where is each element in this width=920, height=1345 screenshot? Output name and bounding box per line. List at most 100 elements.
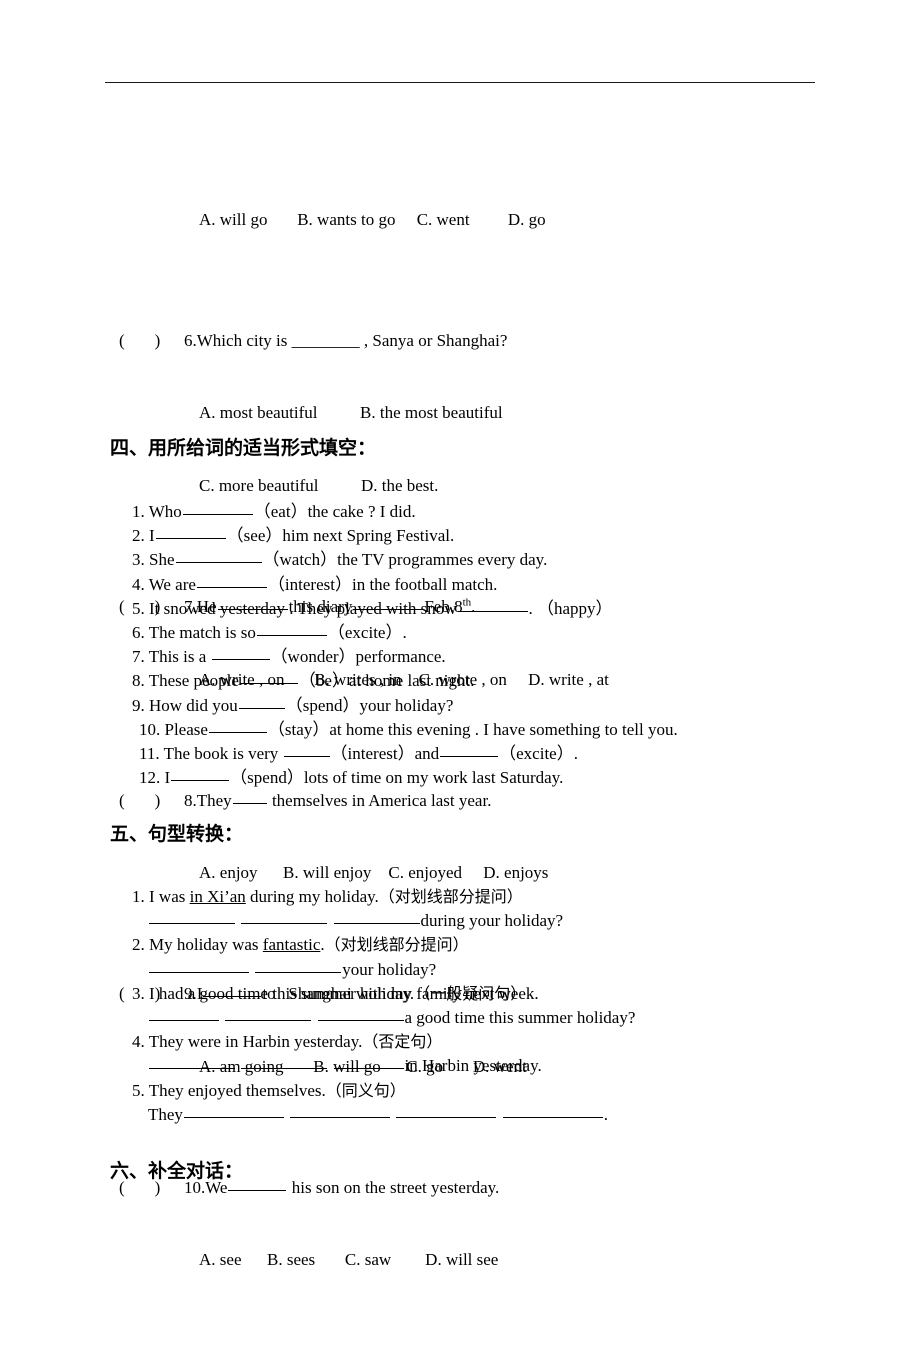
sf-item-9-b: （spend）your holiday? bbox=[285, 695, 454, 715]
list-item[interactable]: 4. We are （interest）in the football match… bbox=[0, 573, 920, 597]
sf-item-3-a: She bbox=[149, 550, 175, 570]
mc-item-10-options-line-1: A. see B. sees C. saw D. will see bbox=[199, 1250, 499, 1270]
mc-options-label: A. will go B. wants to go C. went D. go bbox=[199, 209, 546, 229]
fill-blank[interactable] bbox=[283, 743, 330, 757]
section-five-items: 1. I was in Xi’an during my holiday.（对划线… bbox=[0, 885, 920, 1127]
s5-item-5-pre: They enjoyed themselves. bbox=[148, 1080, 326, 1100]
fill-blank[interactable] bbox=[149, 1055, 235, 1070]
list-item[interactable]: 7. This is a （wonder）performance. bbox=[0, 645, 920, 669]
mc-option-row: C. more beautiful D. the best. bbox=[0, 474, 920, 498]
s5-item-2-pre: My holiday was bbox=[149, 935, 263, 955]
mc-answer-box-6[interactable]: () bbox=[119, 329, 160, 353]
fill-blank[interactable] bbox=[241, 910, 328, 925]
s5-item-1-post: during my holiday. bbox=[245, 887, 379, 906]
mc-item-6-stem-row[interactable]: () 6.Which city is ________ , Sanya or S… bbox=[0, 329, 920, 353]
s5-item-4-sentence: 4. They were in Harbin yesterday.（否定句） bbox=[132, 1030, 442, 1054]
fill-blank[interactable] bbox=[290, 1104, 391, 1118]
fill-blank[interactable] bbox=[241, 1055, 328, 1070]
sf-item-11-b: （interest）and bbox=[330, 743, 440, 763]
fill-blank[interactable] bbox=[457, 598, 528, 612]
fill-blank[interactable] bbox=[502, 1104, 603, 1118]
s5-item-3-answer: a good time this summer holiday? bbox=[148, 1006, 635, 1030]
sf-item-8-b: （be）at home last night. bbox=[298, 671, 475, 691]
answer-row[interactable]: your holiday? bbox=[0, 958, 920, 982]
fill-blank[interactable] bbox=[182, 501, 253, 515]
fill-blank[interactable] bbox=[175, 549, 262, 564]
sf-item-11-a: The book is very bbox=[163, 743, 283, 763]
paren-close: ) bbox=[154, 790, 161, 810]
sf-item-4-num: 4. bbox=[132, 574, 149, 594]
mc-item-10-stem-post: his son on the street yesterday. bbox=[287, 1177, 500, 1197]
list-item: 5. They enjoyed themselves.（同义句） bbox=[0, 1079, 920, 1103]
fill-blank[interactable] bbox=[211, 646, 270, 661]
list-item[interactable]: 11. The book is very （interest）and （excit… bbox=[0, 742, 920, 766]
list-item[interactable]: 10. Please （stay）at home this evening . I… bbox=[0, 718, 920, 742]
answer-row[interactable]: in Harbin yesterday. bbox=[0, 1054, 920, 1078]
s5-item-3-sentence: 3. I had a good time this summer holiday… bbox=[132, 982, 526, 1006]
s5-item-5-instruction: （同义句） bbox=[325, 1080, 406, 1100]
sf-item-6-a: The match is so bbox=[148, 622, 256, 642]
s5-item-1-underlined: in Xi’an bbox=[189, 887, 246, 906]
sf-item-2-num: 2. bbox=[132, 526, 149, 546]
fill-blank[interactable] bbox=[183, 1104, 284, 1118]
fill-blank[interactable] bbox=[171, 767, 230, 782]
fill-blank[interactable] bbox=[333, 1055, 404, 1070]
s5-item-2-instruction: （对划线部分提问） bbox=[324, 935, 469, 955]
fill-blank[interactable] bbox=[225, 1007, 312, 1021]
list-item[interactable]: 5. It snowed yesterday . They played wit… bbox=[0, 597, 920, 621]
mc-item-8-stem-row[interactable]: () 8.They themselves in America last yea… bbox=[0, 789, 920, 813]
fill-blank[interactable] bbox=[149, 910, 235, 925]
fill-blank[interactable] bbox=[149, 959, 249, 973]
sf-item-12-num: 12. bbox=[139, 768, 165, 788]
sf-item-2: 2. I （see）him next Spring Festival. bbox=[132, 524, 454, 548]
fill-blank[interactable] bbox=[440, 743, 499, 757]
fill-blank[interactable] bbox=[149, 1007, 219, 1021]
s5-item-2-underlined: fantastic bbox=[262, 935, 321, 955]
s5-item-3-instruction: （一般疑问句） bbox=[414, 983, 527, 1003]
fill-blank[interactable] bbox=[255, 959, 342, 973]
list-item[interactable]: 12. I （spend）lots of time on my work last… bbox=[0, 766, 920, 790]
section-four-items: 1. Who （eat）the cake ? I did. 2. I （see）hi… bbox=[0, 500, 920, 790]
sf-item-5-b: . （happy） bbox=[528, 598, 613, 618]
fill-blank[interactable] bbox=[396, 1104, 497, 1118]
s5-item-2-sentence: 2. My holiday was fantastic.（对划线部分提问） bbox=[132, 933, 469, 957]
sf-item-10-b: （stay）at home this evening . I have some… bbox=[267, 719, 678, 739]
sf-item-12-a: I bbox=[164, 768, 171, 788]
mc-item-6-options-line-2: C. more beautiful D. the best. bbox=[199, 476, 439, 495]
list-item[interactable]: 1. Who （eat）the cake ? I did. bbox=[0, 500, 920, 524]
list-item[interactable]: 9. How did you （spend）your holiday? bbox=[0, 694, 920, 718]
paren-open: ( bbox=[119, 790, 125, 810]
fill-blank[interactable] bbox=[333, 910, 420, 925]
answer-row[interactable]: during your holiday? bbox=[0, 909, 920, 933]
fill-blank[interactable] bbox=[155, 525, 226, 540]
sf-item-7: 7. This is a （wonder）performance. bbox=[132, 645, 446, 669]
answer-row[interactable]: a good time this summer holiday? bbox=[0, 1006, 920, 1030]
sf-item-10-a: Please bbox=[164, 719, 208, 739]
mc-answer-box-8[interactable]: () bbox=[119, 789, 160, 813]
section-six-heading: 六、补全对话： bbox=[110, 1160, 244, 1182]
list-item[interactable]: 3. She （watch）the TV programmes every day… bbox=[0, 548, 920, 572]
list-item[interactable]: 2. I （see）him next Spring Festival. bbox=[0, 524, 920, 548]
fill-blank[interactable] bbox=[317, 1007, 404, 1021]
s5-item-4-pre: They were in Harbin yesterday. bbox=[148, 1032, 363, 1052]
fill-blank[interactable] bbox=[238, 695, 285, 709]
sf-item-10-num: 10. bbox=[139, 719, 165, 739]
list-item[interactable]: 6. The match is so （excite）. bbox=[0, 621, 920, 645]
sf-item-11-c: （excite）. bbox=[499, 743, 578, 763]
mc-option-row: A. see B. sees C. saw D. will see bbox=[0, 1248, 920, 1272]
fill-blank[interactable] bbox=[239, 670, 298, 685]
fill-blank[interactable] bbox=[196, 574, 267, 588]
sf-item-3: 3. She （watch）the TV programmes every day… bbox=[132, 548, 547, 572]
sf-item-9: 9. How did you （spend）your holiday? bbox=[132, 694, 453, 718]
fill-blank[interactable] bbox=[208, 719, 267, 733]
fill-blank[interactable] bbox=[232, 790, 267, 804]
sf-item-5-num: 5. bbox=[132, 598, 149, 618]
fill-blank[interactable] bbox=[256, 622, 327, 636]
list-item[interactable]: 8. These people （be）at home last night. bbox=[0, 669, 920, 693]
sf-item-7-a: This is a bbox=[148, 647, 211, 667]
s5-item-5-sentence: 5. They enjoyed themselves.（同义句） bbox=[132, 1079, 406, 1103]
mc-option-row: A. will go B. wants to go C. went D. go bbox=[0, 208, 920, 232]
s5-item-4-instruction: （否定句） bbox=[362, 1032, 443, 1052]
s5-item-2-num: 2. bbox=[132, 935, 149, 955]
answer-row[interactable]: They . bbox=[0, 1103, 920, 1127]
